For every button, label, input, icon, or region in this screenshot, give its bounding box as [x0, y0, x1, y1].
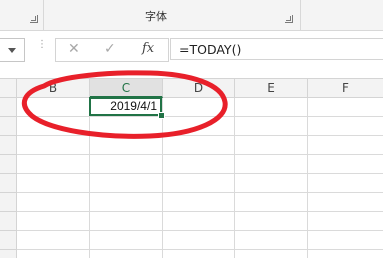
gridline — [162, 98, 163, 258]
enter-icon[interactable]: ✓ — [104, 41, 116, 57]
font-group-label: 字体 — [145, 10, 167, 23]
ribbon-divider — [300, 0, 301, 30]
formula-buttons: ✕ ✓ fx — [55, 38, 169, 62]
row-header[interactable] — [0, 212, 17, 231]
grip-handle-icon[interactable]: ⋮ — [37, 40, 47, 50]
column-header-f[interactable]: F — [308, 79, 383, 98]
row-header[interactable] — [0, 193, 17, 212]
cancel-icon[interactable]: ✕ — [68, 41, 80, 57]
gridline — [17, 173, 383, 174]
gridline — [17, 116, 383, 117]
gridline — [17, 249, 383, 250]
row-header[interactable] — [0, 155, 17, 174]
chevron-down-icon[interactable] — [8, 48, 16, 53]
gridline — [17, 135, 383, 136]
row-header[interactable] — [0, 174, 17, 193]
name-box[interactable] — [0, 38, 25, 62]
gridline — [17, 211, 383, 212]
gridline — [234, 98, 235, 258]
ribbon-bottom-strip: 字体 — [0, 0, 383, 31]
row-header[interactable] — [0, 250, 17, 258]
row-header[interactable] — [0, 117, 17, 136]
column-header-d[interactable]: D — [163, 79, 235, 98]
gridline — [17, 154, 383, 155]
ribbon-divider — [43, 0, 44, 30]
row-header[interactable] — [0, 231, 17, 250]
column-header-e[interactable]: E — [235, 79, 308, 98]
select-all-corner[interactable] — [0, 79, 17, 98]
active-cell-c[interactable]: 2019/4/1 — [89, 97, 162, 116]
worksheet-grid[interactable]: B C D E F — [0, 78, 383, 258]
font-dialog-launcher-icon[interactable] — [285, 15, 293, 23]
column-header-c[interactable]: C — [90, 79, 163, 98]
fill-handle[interactable] — [158, 112, 165, 119]
row-header[interactable] — [0, 136, 17, 155]
gridline — [89, 98, 90, 258]
gridline — [307, 98, 308, 258]
formula-bar: ⋮ ✕ ✓ fx =TODAY() — [0, 31, 383, 68]
gridline — [17, 230, 383, 231]
column-header-b[interactable]: B — [17, 79, 90, 98]
formula-input[interactable]: =TODAY() — [170, 38, 383, 60]
excel-window: 字体 ⋮ ✕ ✓ fx =TODAY() B C D E F 2019/4/1 — [0, 0, 383, 258]
gridline — [17, 192, 383, 193]
dialog-launcher-icon[interactable] — [30, 15, 38, 23]
row-header[interactable] — [0, 98, 17, 117]
column-headers: B C D E F — [0, 78, 383, 98]
insert-function-icon[interactable]: fx — [142, 41, 154, 56]
